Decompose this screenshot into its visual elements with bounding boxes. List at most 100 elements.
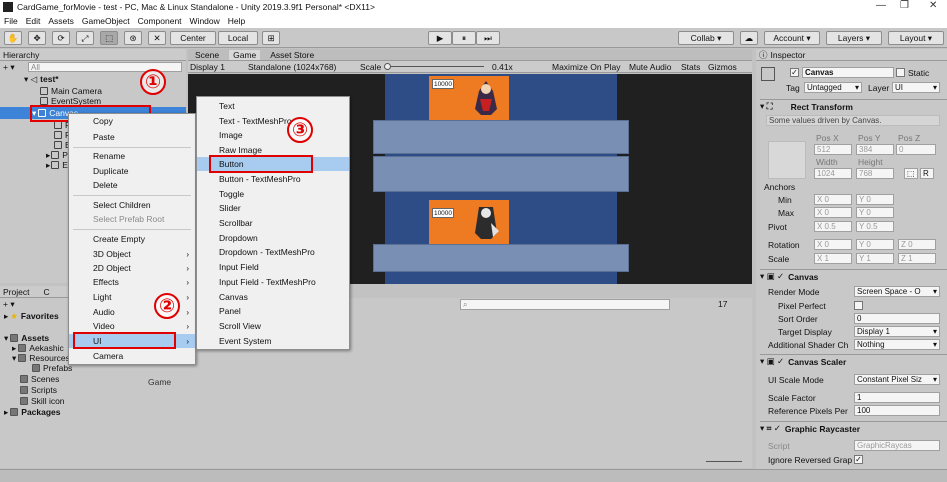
ui-item-image[interactable]: Image xyxy=(197,128,349,142)
custom-tool-icon[interactable]: ✕ xyxy=(148,31,166,45)
layout-dropdown[interactable]: Layout ▾ xyxy=(888,31,944,45)
asset-file-game[interactable]: Game xyxy=(148,376,171,388)
pivot-center-button[interactable]: Center xyxy=(170,31,216,45)
account-dropdown[interactable]: Account ▾ xyxy=(764,31,820,45)
scene-root-test[interactable]: ▾ ◁ test* xyxy=(24,73,59,85)
ui-item-scroll-view[interactable]: Scroll View xyxy=(197,319,349,333)
menu-item-video[interactable]: Video › xyxy=(69,319,195,333)
pivot-x[interactable]: X 0.5 xyxy=(814,221,852,232)
ui-item-input-field-tmp[interactable]: Input Field - TextMeshPro xyxy=(197,275,349,289)
canvas-scaler-header[interactable]: ▾ ▣ ✓ Canvas Scaler xyxy=(760,354,947,368)
posy-field[interactable]: 384 xyxy=(856,144,894,155)
project-search-input[interactable]: ⌕ xyxy=(460,299,670,310)
menu-item-camera[interactable]: Camera xyxy=(69,349,195,363)
menu-item-2d-object[interactable]: 2D Object › xyxy=(69,261,195,275)
ui-item-dropdown[interactable]: Dropdown xyxy=(197,231,349,245)
target-display-dropdown[interactable]: Display 1 xyxy=(854,326,940,337)
height-field[interactable]: 768 xyxy=(856,168,894,179)
scale-tool-icon[interactable]: ⤢ xyxy=(76,31,94,45)
rotate-tool-icon[interactable]: ⟳ xyxy=(52,31,70,45)
ui-item-toggle[interactable]: Toggle xyxy=(197,187,349,201)
menu-item-3d-object[interactable]: 3D Object › xyxy=(69,247,195,261)
maximize-button[interactable]: ❐ xyxy=(900,0,909,11)
sort-order-field[interactable]: 0 xyxy=(854,313,940,324)
ui-item-scrollbar[interactable]: Scrollbar xyxy=(197,216,349,230)
menu-component[interactable]: Component xyxy=(138,16,182,26)
menu-item-create-empty[interactable]: Create Empty xyxy=(69,232,195,246)
ref-pixels-field[interactable]: 100 xyxy=(854,405,940,416)
menu-item-delete[interactable]: Delete xyxy=(69,178,195,192)
resolution-dropdown[interactable]: Standalone (1024x768) xyxy=(248,61,336,73)
menu-item-rename[interactable]: Rename xyxy=(69,149,195,163)
hierarchy-add-button[interactable]: + ▾ xyxy=(3,61,15,73)
posz-field[interactable]: 0 xyxy=(896,144,936,155)
scale-mode-dropdown[interactable]: Constant Pixel Siz xyxy=(854,374,940,385)
cloud-icon[interactable]: ☁ xyxy=(740,31,758,45)
menu-help[interactable]: Help xyxy=(228,16,245,26)
scale-z[interactable]: Z 1 xyxy=(898,253,936,264)
graphic-raycaster-header[interactable]: ▾ ⌗ ✓ Graphic Raycaster xyxy=(760,421,947,435)
script-field[interactable]: GraphicRaycas xyxy=(854,440,940,451)
stats-toggle[interactable]: Stats xyxy=(681,61,700,73)
layer-dropdown[interactable]: UI xyxy=(892,82,940,93)
maximize-on-play-toggle[interactable]: Maximize On Play xyxy=(552,61,621,73)
pause-button[interactable]: ⏸ xyxy=(452,31,476,45)
tab-project[interactable]: Project xyxy=(3,287,29,297)
menu-item-duplicate[interactable]: Duplicate xyxy=(69,164,195,178)
transform-tool-icon[interactable]: ⊛ xyxy=(124,31,142,45)
render-mode-dropdown[interactable]: Screen Space - O xyxy=(854,286,940,297)
tab-console[interactable]: C xyxy=(43,287,49,297)
menu-gameobject[interactable]: GameObject xyxy=(82,16,130,26)
rotation-y[interactable]: Y 0 xyxy=(856,239,894,250)
hierarchy-item-child[interactable]: ▸ E xyxy=(46,159,68,171)
ui-item-slider[interactable]: Slider xyxy=(197,201,349,215)
menu-edit[interactable]: Edit xyxy=(26,16,41,26)
close-button[interactable]: ✕ xyxy=(929,0,937,11)
ui-item-panel[interactable]: Panel xyxy=(197,304,349,318)
menu-item-paste[interactable]: Paste xyxy=(69,130,195,144)
scale-y[interactable]: Y 1 xyxy=(856,253,894,264)
minimize-button[interactable]: — xyxy=(876,0,886,11)
inspector-tab[interactable]: ⓘ Inspector xyxy=(756,49,947,61)
project-add-button[interactable]: + ▾ xyxy=(3,298,15,310)
pivot-y[interactable]: Y 0.5 xyxy=(856,221,894,232)
rect-tool-icon[interactable]: ⬚ xyxy=(100,31,118,45)
menu-file[interactable]: File xyxy=(4,16,18,26)
anchor-max-y[interactable]: Y 0 xyxy=(856,207,894,218)
rotation-z[interactable]: Z 0 xyxy=(898,239,936,250)
rotation-x[interactable]: X 0 xyxy=(814,239,852,250)
ui-item-canvas[interactable]: Canvas xyxy=(197,290,349,304)
raw-edit-button[interactable]: R xyxy=(920,168,934,179)
scale-x[interactable]: X 1 xyxy=(814,253,852,264)
layers-dropdown[interactable]: Layers ▾ xyxy=(826,31,882,45)
ui-item-input-field[interactable]: Input Field xyxy=(197,260,349,274)
blueprint-mode-button[interactable]: ⬚ xyxy=(904,168,918,179)
anchors-label[interactable]: Anchors xyxy=(764,182,795,192)
anchor-preset-icon[interactable] xyxy=(768,141,806,179)
anchor-min-y[interactable]: Y 0 xyxy=(856,194,894,205)
gizmos-dropdown[interactable]: Gizmos xyxy=(708,61,737,73)
favorites-item[interactable]: ▸ ★ Favorites xyxy=(4,310,59,322)
tab-asset-store[interactable]: Asset Store xyxy=(270,50,314,60)
static-checkbox[interactable] xyxy=(896,68,905,77)
thumb-size-slider[interactable] xyxy=(706,461,742,462)
display-dropdown[interactable]: Display 1 xyxy=(190,61,225,73)
mute-audio-toggle[interactable]: Mute Audio xyxy=(629,61,672,73)
hand-tool-icon[interactable]: ✋ xyxy=(4,31,22,45)
pixel-perfect-checkbox[interactable] xyxy=(854,301,863,310)
ui-item-text[interactable]: Text xyxy=(197,99,349,113)
ui-item-event-system[interactable]: Event System xyxy=(197,334,349,348)
ui-item-button-tmp[interactable]: Button - TextMeshPro xyxy=(197,172,349,186)
pivot-local-button[interactable]: Local xyxy=(218,31,258,45)
scale-slider[interactable] xyxy=(388,66,484,67)
step-button[interactable]: ⏭ xyxy=(476,31,500,45)
ui-item-text-tmp[interactable]: Text - TextMeshPro xyxy=(197,114,349,128)
shader-channels-dropdown[interactable]: Nothing xyxy=(854,339,940,350)
play-button[interactable]: ▶ xyxy=(428,31,452,45)
anchor-max-x[interactable]: X 0 xyxy=(814,207,852,218)
object-name-field[interactable]: Canvas xyxy=(802,67,894,78)
collab-button[interactable]: Collab ▾ xyxy=(678,31,734,45)
tag-dropdown[interactable]: Untagged xyxy=(804,82,862,93)
scale-factor-field[interactable]: 1 xyxy=(854,392,940,403)
width-field[interactable]: 1024 xyxy=(814,168,852,179)
